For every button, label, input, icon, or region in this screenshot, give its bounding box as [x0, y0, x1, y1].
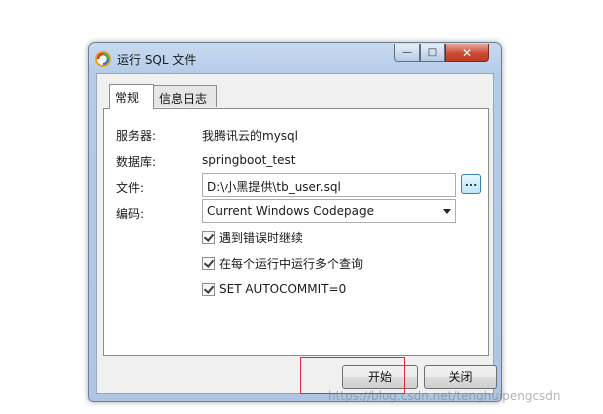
server-label: 服务器: — [116, 129, 157, 143]
option-label: 遇到错误时继续 — [219, 230, 304, 245]
option-label: 在每个运行中运行多个查询 — [219, 256, 364, 271]
server-value: 我腾讯云的mysql — [202, 129, 298, 143]
dialog-body: 常规 信息日志 服务器: 我腾讯云的mysql 数据库: springboot_… — [96, 73, 497, 394]
option-autocommit[interactable]: SET AUTOCOMMIT=0 — [202, 281, 346, 297]
maximize-icon: □ — [427, 47, 438, 58]
database-label: 数据库: — [116, 155, 157, 169]
option-label: SET AUTOCOMMIT=0 — [219, 282, 347, 296]
run-sql-file-dialog: 运行 SQL 文件 — □ ✕ 常规 信息日志 服务器: 我腾讯云的mysql … — [88, 42, 502, 402]
checkbox-continue-on-error[interactable] — [202, 230, 215, 244]
title-bar[interactable]: 运行 SQL 文件 — □ ✕ — [89, 43, 501, 73]
chevron-down-icon — [443, 209, 451, 214]
maximize-button[interactable]: □ — [420, 44, 445, 62]
checkbox-autocommit[interactable] — [202, 282, 215, 296]
tab-message-log[interactable]: 信息日志 — [153, 85, 217, 107]
browse-file-button[interactable]: ... — [461, 174, 481, 194]
close-icon: ✕ — [461, 45, 473, 60]
encoding-select[interactable]: Current Windows Codepage — [202, 199, 456, 223]
encoding-label: 编码: — [116, 207, 145, 221]
close-window-button[interactable]: ✕ — [445, 44, 489, 62]
file-label: 文件: — [116, 181, 145, 195]
file-path-input[interactable]: D:\小黑提供\tb_user.sql — [202, 173, 456, 197]
option-multiple-queries[interactable]: 在每个运行中运行多个查询 — [202, 255, 363, 271]
navicat-logo-icon — [95, 51, 111, 67]
minimize-icon: — — [402, 47, 412, 58]
watermark-text: https://blog.csdn.net/tenghuipengcsdn — [328, 389, 561, 403]
minimize-button[interactable]: — — [394, 44, 420, 62]
encoding-selected-value: Current Windows Codepage — [207, 204, 374, 218]
database-value: springboot_test — [202, 153, 296, 167]
general-panel: 服务器: 我腾讯云的mysql 数据库: springboot_test 文件:… — [103, 108, 489, 356]
tab-general[interactable]: 常规 — [109, 84, 154, 109]
close-button[interactable]: 关闭 — [424, 365, 497, 389]
option-continue-on-error[interactable]: 遇到错误时继续 — [202, 229, 303, 245]
checkbox-multiple-queries[interactable] — [202, 256, 215, 270]
window-title: 运行 SQL 文件 — [117, 53, 197, 67]
